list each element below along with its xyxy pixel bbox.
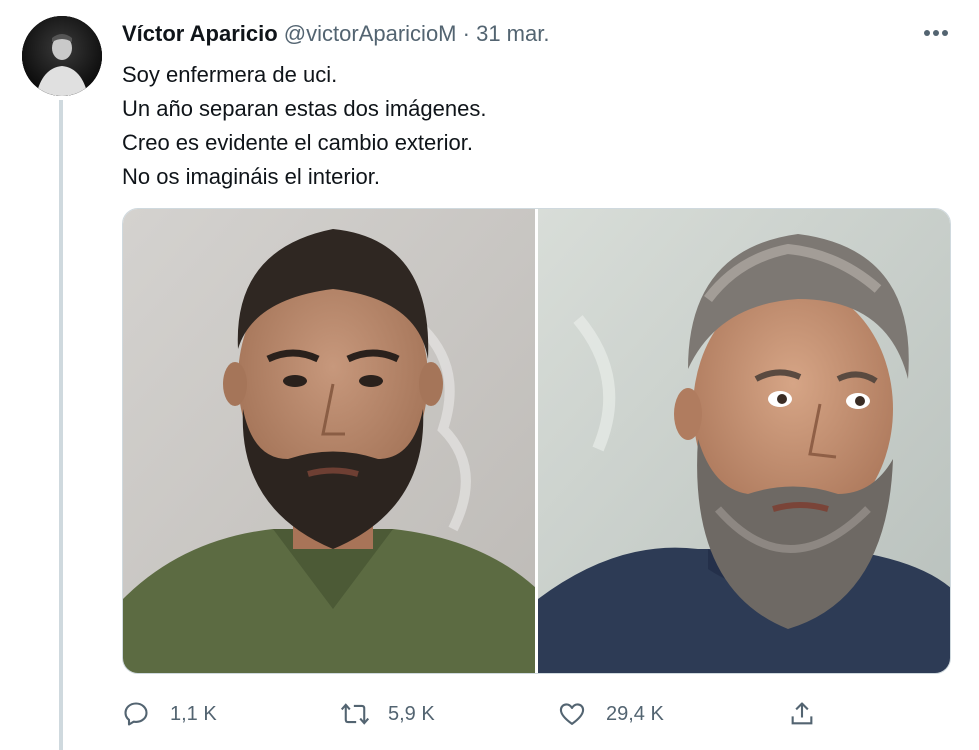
photo-before-image bbox=[123, 209, 535, 673]
tweet-date[interactable]: 31 mar. bbox=[476, 21, 549, 46]
avatar-image bbox=[22, 16, 102, 96]
avatar[interactable] bbox=[22, 16, 102, 96]
retweet-count: 5,9 K bbox=[388, 702, 435, 725]
like-count: 29,4 K bbox=[606, 702, 664, 725]
heart-icon bbox=[559, 703, 585, 725]
author-handle[interactable]: @victorAparicioM bbox=[284, 21, 457, 46]
tweet-text-line: Un año separan estas dos imágenes. bbox=[122, 96, 487, 121]
share-icon bbox=[791, 702, 813, 725]
tweet-header: Víctor Aparicio @victorAparicioM · 31 ma… bbox=[122, 20, 549, 48]
tweet[interactable]: Víctor Aparicio @victorAparicioM · 31 ma… bbox=[0, 0, 979, 750]
reply-icon bbox=[124, 702, 148, 726]
retweet-icon bbox=[340, 703, 370, 725]
photo-after-image bbox=[538, 209, 950, 673]
header-separator: · bbox=[462, 21, 470, 46]
tweet-text-line: Soy enfermera de uci. bbox=[122, 62, 338, 87]
reply-button[interactable]: 1,1 K bbox=[122, 694, 217, 734]
tweet-text: Soy enfermera de uci. Un año separan est… bbox=[122, 58, 486, 194]
share-button[interactable] bbox=[788, 694, 816, 734]
tweet-media bbox=[122, 208, 951, 674]
media-photo-before[interactable] bbox=[123, 209, 535, 673]
thread-line bbox=[59, 100, 63, 750]
author-name[interactable]: Víctor Aparicio bbox=[122, 21, 278, 46]
like-button[interactable]: 29,4 K bbox=[558, 694, 664, 734]
tweet-text-line: No os imagináis el interior. bbox=[122, 164, 381, 189]
more-options-button[interactable] bbox=[918, 18, 954, 48]
reply-count: 1,1 K bbox=[170, 702, 217, 725]
tweet-actions: 1,1 K 5,9 K 29,4 K bbox=[122, 694, 822, 734]
media-photo-after[interactable] bbox=[538, 209, 950, 673]
retweet-button[interactable]: 5,9 K bbox=[340, 694, 435, 734]
tweet-text-line: Creo es evidente el cambio exterior. bbox=[122, 130, 473, 155]
more-horizontal-icon bbox=[924, 30, 948, 36]
